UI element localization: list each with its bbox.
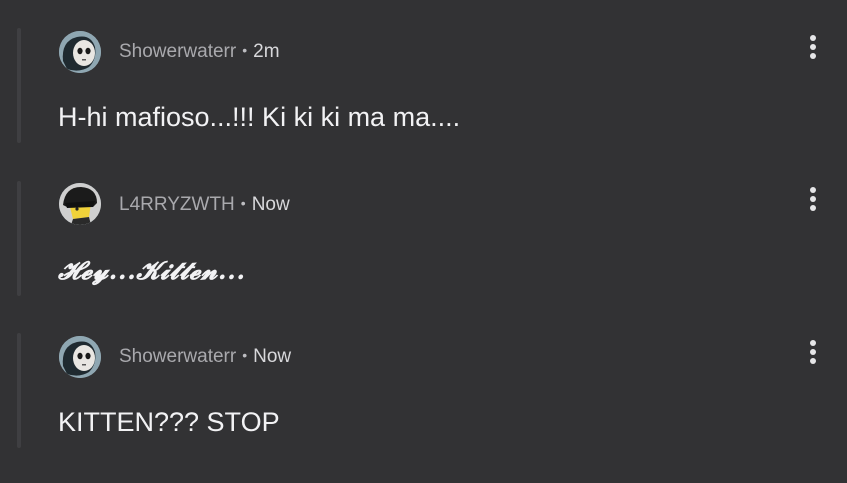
username[interactable]: Showerwaterr xyxy=(119,41,236,62)
more-vertical-icon-dot xyxy=(810,349,816,355)
more-vertical-icon xyxy=(810,187,816,193)
timestamp: Now xyxy=(253,346,292,367)
more-options-button[interactable] xyxy=(800,33,826,65)
skull-mask-avatar-icon[interactable] xyxy=(59,31,101,73)
thread-line xyxy=(17,181,21,296)
thread-line xyxy=(17,333,21,448)
comment-item: L4RRYZWTH • Now 𝓗𝓮𝔂...𝓚𝓲𝓽𝓽𝓮𝓷... xyxy=(0,181,847,321)
separator-dot: • xyxy=(242,42,248,58)
more-vertical-icon-dot xyxy=(810,358,816,364)
comment-item: Showerwaterr • Now KITTEN??? STOP xyxy=(0,333,847,473)
more-vertical-icon-dot xyxy=(810,53,816,59)
thread-line xyxy=(17,28,21,143)
comment-meta: Showerwaterr • 2m xyxy=(119,41,280,63)
separator-dot: • xyxy=(240,195,246,211)
separator-dot: • xyxy=(242,347,248,363)
more-vertical-icon xyxy=(810,340,816,346)
comment-text: 𝓗𝓮𝔂...𝓚𝓲𝓽𝓽𝓮𝓷... xyxy=(58,256,246,285)
skull-mask-avatar-icon[interactable] xyxy=(59,336,101,378)
more-vertical-icon xyxy=(810,35,816,41)
comment-meta: Showerwaterr • Now xyxy=(119,346,291,368)
more-options-button[interactable] xyxy=(800,338,826,370)
username[interactable]: Showerwaterr xyxy=(119,346,236,367)
more-vertical-icon-dot xyxy=(810,205,816,211)
comment-meta: L4RRYZWTH • Now xyxy=(119,194,290,216)
more-vertical-icon-dot xyxy=(810,196,816,202)
comment-item: Showerwaterr • 2m H-hi mafioso...!!! Ki ki… xyxy=(0,28,847,168)
username[interactable]: L4RRYZWTH xyxy=(119,194,235,215)
timestamp: Now xyxy=(251,194,290,215)
comment-thread: Showerwaterr • 2m H-hi mafioso...!!! Ki ki… xyxy=(0,0,847,483)
more-vertical-icon-dot xyxy=(810,44,816,50)
more-options-button[interactable] xyxy=(800,185,826,217)
timestamp: 2m xyxy=(253,41,280,62)
comment-text: H-hi mafioso...!!! Ki ki ki ma ma.... xyxy=(58,102,461,132)
hooded-character-avatar-icon[interactable] xyxy=(59,183,101,225)
comment-text: KITTEN??? STOP xyxy=(58,407,280,437)
